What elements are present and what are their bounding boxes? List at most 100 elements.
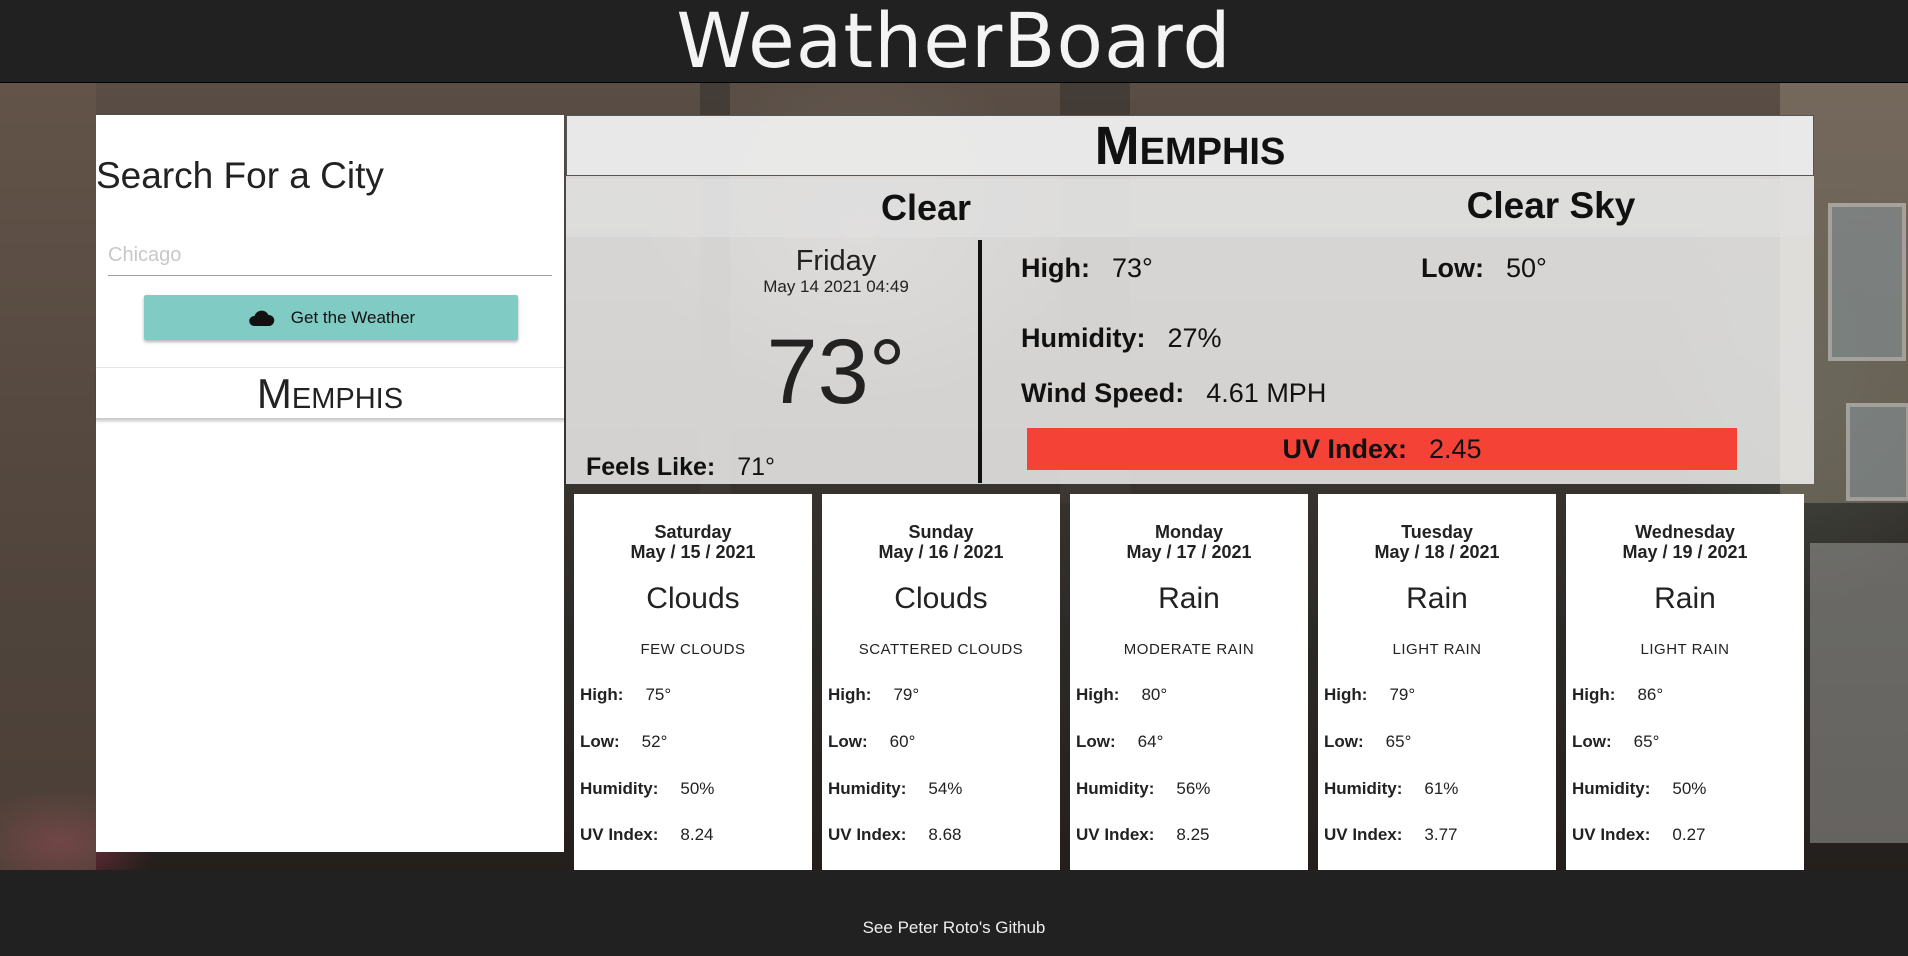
forecast-high-label: High: <box>828 685 872 704</box>
forecast-humidity: Humidity: 61% <box>1324 779 1458 799</box>
forecast-high-label: High: <box>580 685 624 704</box>
forecast-condition: Rain <box>1158 582 1220 615</box>
forecast-low-label: Low: <box>1572 732 1612 751</box>
uv-value: 2.45 <box>1428 434 1482 464</box>
header: WeatherBoard <box>0 0 1908 85</box>
search-history-item[interactable]: Memphis <box>96 367 564 420</box>
forecast-uv-value: 8.24 <box>680 825 714 844</box>
low-value: 50° <box>1505 253 1547 283</box>
forecast-day: Monday <box>1154 522 1223 542</box>
forecast-uv: UV Index: 3.77 <box>1324 825 1458 845</box>
forecast-high: High: 80° <box>1076 685 1167 705</box>
forecast-low: Low: 52° <box>580 732 667 752</box>
forecast-humidity-label: Humidity: <box>1324 779 1403 798</box>
forecast-low-label: Low: <box>1076 732 1116 751</box>
forecast-humidity-value: 50% <box>1672 779 1707 798</box>
forecast-uv: UV Index: 8.24 <box>580 825 714 845</box>
forecast-low-value: 60° <box>889 732 916 751</box>
forecast-uv-label: UV Index: <box>580 825 659 844</box>
high-stat: High: 73° <box>1021 253 1153 284</box>
forecast-condition: Clouds <box>894 582 988 615</box>
github-link[interactable]: See Peter Roto's Github <box>0 918 1908 938</box>
cloud-icon <box>249 310 275 326</box>
uv-index-badge: UV Index: 2.45 <box>1027 428 1737 470</box>
high-value: 73° <box>1111 253 1153 283</box>
forecast-uv: UV Index: 8.25 <box>1076 825 1210 845</box>
forecast-condition: Clouds <box>646 582 740 615</box>
forecast-date: May / 16 / 2021 <box>878 542 1004 562</box>
forecast-low: Low: 65° <box>1572 732 1659 752</box>
feels-like: Feels Like: 71° <box>586 453 775 482</box>
humidity-label: Humidity: <box>1021 323 1146 353</box>
forecast-low-value: 65° <box>1633 732 1660 751</box>
forecast-low: Low: 64° <box>1076 732 1163 752</box>
forecast-day: Sunday <box>908 522 974 542</box>
get-weather-label: Get the Weather <box>290 307 416 327</box>
forecast-humidity: Humidity: 54% <box>828 779 962 799</box>
forecast-uv-label: UV Index: <box>1324 825 1403 844</box>
forecast-humidity-value: 61% <box>1424 779 1459 798</box>
forecast-humidity-label: Humidity: <box>1076 779 1155 798</box>
forecast-humidity-label: Humidity: <box>828 779 907 798</box>
forecast-description: light rain <box>1640 641 1730 658</box>
forecast-description: scattered clouds <box>858 641 1024 658</box>
forecast-high-value: 80° <box>1141 685 1168 704</box>
forecast-low-value: 52° <box>641 732 668 751</box>
forecast-card: Sunday May / 16 / 2021 Clouds scattered … <box>822 494 1060 870</box>
city-search-input[interactable] <box>108 235 552 276</box>
forecast-high: High: 86° <box>1572 685 1663 705</box>
search-title: Search For a City <box>96 155 384 196</box>
forecast-condition: Rain <box>1406 582 1468 615</box>
forecast-uv: UV Index: 0.27 <box>1572 825 1706 845</box>
low-label: Low: <box>1421 253 1484 283</box>
forecast-humidity: Humidity: 50% <box>1572 779 1706 799</box>
humidity-value: 27% <box>1167 323 1222 353</box>
humidity-stat: Humidity: 27% <box>1021 323 1222 354</box>
forecast-uv: UV Index: 8.68 <box>828 825 962 845</box>
forecast-date: May / 19 / 2021 <box>1622 542 1748 562</box>
forecast-humidity-value: 56% <box>1176 779 1211 798</box>
forecast-uv-label: UV Index: <box>828 825 907 844</box>
forecast-low: Low: 65° <box>1324 732 1411 752</box>
feels-like-value: 71° <box>737 453 776 481</box>
forecast-humidity-value: 54% <box>928 779 963 798</box>
low-stat: Low: 50° <box>1421 253 1547 284</box>
feels-like-label: Feels Like: <box>586 453 716 481</box>
forecast-low-label: Low: <box>580 732 620 751</box>
get-weather-button[interactable]: Get the Weather <box>144 295 518 340</box>
current-temperature: 73° <box>766 321 906 423</box>
forecast-description: few clouds <box>640 641 746 658</box>
wind-value: 4.61 MPH <box>1206 378 1327 408</box>
forecast-description: moderate rain <box>1123 641 1255 658</box>
forecast-high-value: 79° <box>1389 685 1416 704</box>
forecast-date: May / 17 / 2021 <box>1126 542 1252 562</box>
forecast-humidity-label: Humidity: <box>1572 779 1651 798</box>
forecast-high: High: 75° <box>580 685 671 705</box>
forecast-date: May / 18 / 2021 <box>1374 542 1500 562</box>
high-label: High: <box>1021 253 1090 283</box>
wind-stat: Wind Speed: 4.61 MPH <box>1021 378 1326 409</box>
current-weather-panel: Memphis Clear Clear Sky Friday May 14 20… <box>566 115 1814 484</box>
forecast-uv-value: 3.77 <box>1424 825 1458 844</box>
forecast-uv-value: 0.27 <box>1672 825 1706 844</box>
forecast-high: High: 79° <box>828 685 919 705</box>
forecast-card: Saturday May / 15 / 2021 Clouds few clou… <box>574 494 812 870</box>
current-date: May 14 2021 04:49 <box>763 277 909 296</box>
app-title: WeatherBoard <box>676 0 1232 85</box>
forecast-high-label: High: <box>1076 685 1120 704</box>
forecast-card: Tuesday May / 18 / 2021 Rain light rain … <box>1318 494 1556 870</box>
forecast-humidity-value: 50% <box>680 779 715 798</box>
current-condition: Clear <box>880 187 972 228</box>
forecast-day: Wednesday <box>1635 522 1735 542</box>
forecast-day: Tuesday <box>1401 522 1473 542</box>
forecast-date: May / 15 / 2021 <box>630 542 756 562</box>
current-day: Friday <box>795 245 877 277</box>
forecast-high: High: 79° <box>1324 685 1415 705</box>
forecast-humidity-label: Humidity: <box>580 779 659 798</box>
uv-label: UV Index: <box>1282 434 1407 464</box>
forecast-card: Wednesday May / 19 / 2021 Rain light rai… <box>1566 494 1804 870</box>
forecast-high-label: High: <box>1572 685 1616 704</box>
forecast-low-value: 64° <box>1137 732 1164 751</box>
forecast-high-value: 79° <box>893 685 920 704</box>
forecast-high-label: High: <box>1324 685 1368 704</box>
